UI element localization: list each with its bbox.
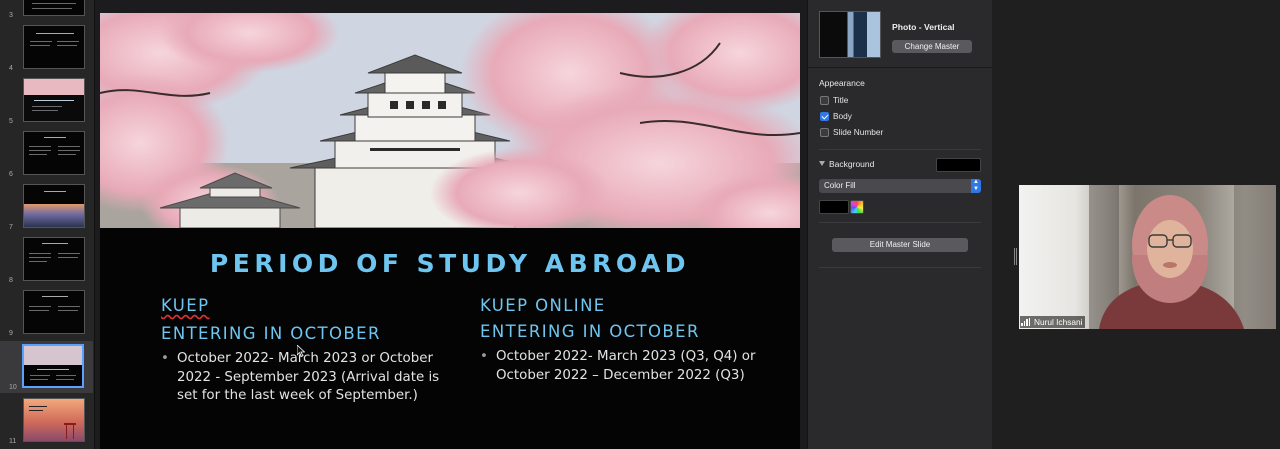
slide-preview	[23, 398, 85, 442]
divider	[808, 67, 993, 68]
slide-preview	[23, 237, 85, 281]
change-master-button[interactable]: Change Master	[892, 40, 972, 53]
slide-number: 4	[9, 65, 13, 72]
title-checkbox-label: Title	[833, 95, 849, 105]
participant-video-tile[interactable]: Nurul Ichsani	[1019, 185, 1276, 329]
fill-color-well[interactable]	[819, 200, 849, 214]
slide-canvas[interactable]: PERIOD OF STUDY ABROAD KUEP ENTERING IN …	[95, 0, 807, 449]
slide-preview	[23, 25, 85, 69]
right-bullet: October 2022- March 2023 (Q3, Q4) or Oct…	[480, 348, 780, 385]
background-color-swatch[interactable]	[936, 158, 981, 172]
slide-preview	[23, 78, 85, 122]
chevron-up-down-icon: ▲ ▼	[971, 179, 981, 193]
slide-thumbnail-8[interactable]: 8	[0, 234, 93, 286]
slide-number: 6	[9, 171, 13, 178]
divider	[819, 267, 981, 268]
background-label: Background	[829, 159, 875, 169]
slide-number-checkbox-label: Slide Number	[833, 127, 884, 137]
heading-text: KUEP	[161, 296, 210, 315]
slide-thumbnail-4[interactable]: 4	[0, 22, 93, 74]
edit-master-slide-button[interactable]: Edit Master Slide	[832, 238, 968, 252]
master-slide-name: Photo - Vertical	[892, 22, 955, 32]
left-bullet: October 2022- March 2023 or October 2022…	[161, 350, 451, 406]
slide-number: 5	[9, 118, 13, 125]
signal-strength-icon	[1021, 318, 1031, 326]
mouse-pointer-icon	[297, 345, 305, 357]
participant-video-frame	[1089, 185, 1276, 329]
fill-type-value: Color Fill	[824, 181, 856, 190]
slide-number-checkbox-row[interactable]: Slide Number	[820, 126, 883, 138]
left-heading-kuep: KUEP	[161, 296, 451, 315]
slide-preview	[22, 344, 84, 388]
slide-preview	[23, 290, 85, 334]
slide-thumbnail-7[interactable]: 7	[0, 181, 93, 233]
slide-thumbnail-6[interactable]: 6	[0, 128, 93, 180]
body-checkbox-row[interactable]: Body	[820, 110, 852, 122]
right-heading-entering: ENTERING IN OCTOBER	[480, 322, 700, 341]
slide-thumbnail-10[interactable]: 10	[0, 341, 93, 393]
slide-navigator[interactable]: 3 4 5 6 7 8 9 10 11	[0, 0, 95, 449]
castle-cherry-blossom-photo[interactable]	[100, 13, 800, 228]
title-checkbox-row[interactable]: Title	[820, 94, 848, 106]
format-inspector: Photo - Vertical Change Master Appearanc…	[807, 0, 993, 449]
divider	[819, 222, 981, 223]
slide-thumbnail-5[interactable]: 5	[0, 75, 93, 127]
participant-name: Nurul Ichsani	[1034, 317, 1083, 327]
slide-number: 11	[9, 438, 17, 445]
slide-thumbnail-9[interactable]: 9	[0, 287, 93, 339]
disclosure-triangle-icon[interactable]	[819, 161, 825, 166]
title-checkbox[interactable]	[820, 95, 829, 105]
keynote-window: 3 4 5 6 7 8 9 10 11 PERIOD OF STUDY ABRO…	[0, 0, 1280, 449]
slide-thumbnail-3[interactable]: 3	[0, 0, 93, 21]
body-checkbox[interactable]	[820, 111, 829, 121]
participant-name-label: Nurul Ichsani	[1020, 316, 1086, 328]
master-slide-thumbnail[interactable]	[819, 11, 881, 58]
resize-handle-icon[interactable]	[1014, 248, 1017, 265]
current-slide[interactable]: PERIOD OF STUDY ABROAD KUEP ENTERING IN …	[100, 13, 800, 449]
right-heading-kuep-online: KUEP ONLINE	[480, 296, 780, 315]
appearance-label: Appearance	[819, 78, 865, 88]
heading-text: KUEP ONLINE	[480, 296, 606, 315]
slide-number: 9	[9, 330, 13, 337]
color-wheel-icon[interactable]	[850, 200, 864, 214]
left-column[interactable]: KUEP ENTERING IN OCTOBER October 2022- M…	[161, 296, 451, 406]
slide-number-checkbox[interactable]	[820, 127, 829, 137]
body-checkbox-label: Body	[833, 111, 852, 121]
slide-preview	[23, 184, 85, 228]
slide-number: 3	[9, 12, 13, 19]
slide-number: 8	[9, 277, 13, 284]
right-column[interactable]: KUEP ONLINE ENTERING IN OCTOBER October …	[480, 296, 780, 385]
slide-number: 7	[9, 224, 13, 231]
left-heading-entering: ENTERING IN OCTOBER	[161, 324, 381, 343]
slide-title[interactable]: PERIOD OF STUDY ABROAD	[100, 249, 800, 278]
photo-illustration	[100, 13, 800, 228]
slide-thumbnail-11[interactable]: 11	[0, 395, 93, 447]
divider	[819, 149, 981, 150]
background-section[interactable]: Background	[819, 158, 981, 172]
slide-preview	[23, 0, 85, 16]
slide-number: 10	[9, 384, 17, 391]
slide-preview	[23, 131, 85, 175]
fill-type-select[interactable]: Color Fill ▲ ▼	[819, 179, 981, 193]
